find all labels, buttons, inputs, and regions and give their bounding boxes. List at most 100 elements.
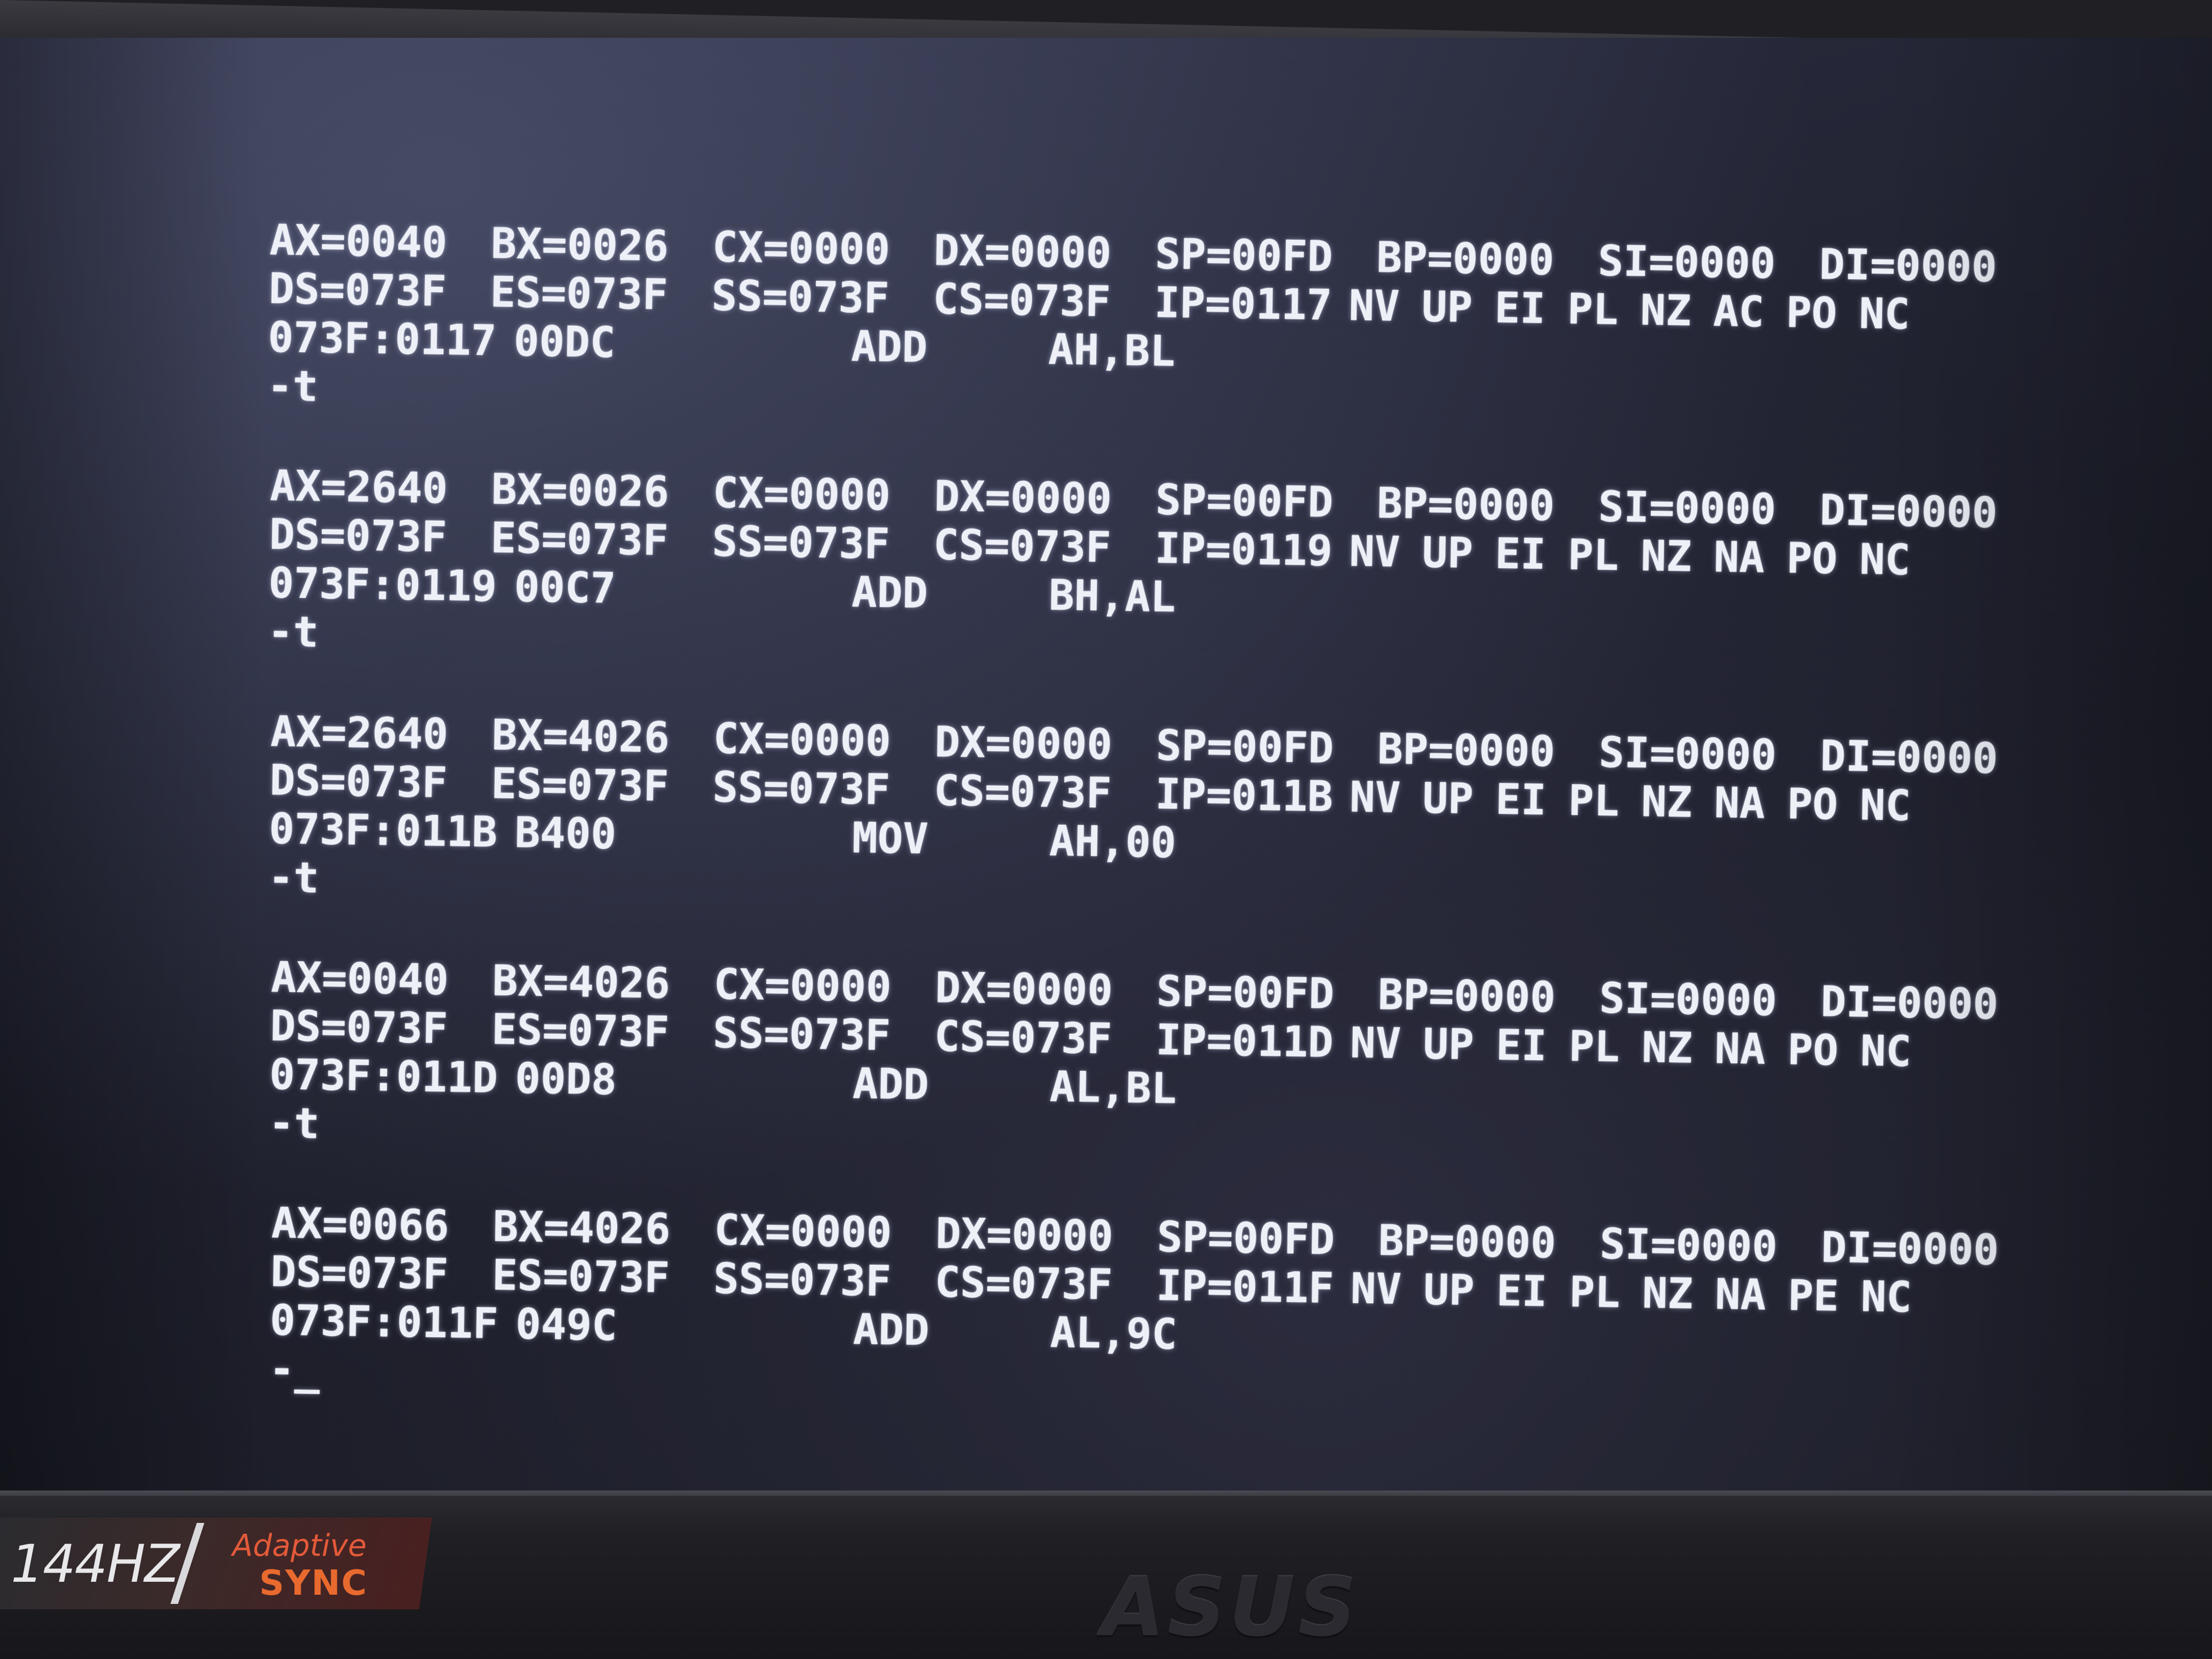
segment-flags-row: DS=073F ES=073F SS=073F CS=073F IP=0117 NV UP E… [268,265,1910,339]
cpu-flag: PO [1785,288,1838,338]
cpu-flag: UP [1421,282,1473,332]
segment-register-value: CS=073F [933,275,1111,327]
segment-register-value: SS=073F [712,1009,891,1061]
segment-flags-row: DS=073F ES=073F SS=073F CS=073F IP=011F NV UP E… [271,1247,1912,1322]
instruction-address: 073F:0117 [267,313,497,366]
register-value: CX=0000 [712,468,891,521]
cpu-flag: NA [1713,533,1765,583]
cpu-flag: PL [1568,776,1620,826]
register-value: BP=0000 [1377,479,1555,531]
register-value: BP=0000 [1376,233,1555,285]
cpu-flag: EI [1495,1021,1547,1071]
monitor-screen: AX=0040 BX=0026 CX=0000 DX=0000 SP=00FD BP=00… [0,38,2212,1501]
register-value: SI=0000 [1599,1219,1778,1272]
segment-register-value: IP=011D [1155,1015,1334,1068]
segment-register-value: CS=073F [933,766,1112,818]
instruction-operands: AH,00 [1049,817,1177,868]
instruction-row: 073F:011F 049C ADD AL,9C [269,1296,1177,1359]
instruction-mnemonic: MOV [852,814,929,864]
register-value: BX=0026 [491,465,670,517]
cpu-flag: NC [1858,289,1911,339]
register-row: AX=2640 BX=4026 CX=0000 DX=0000 SP=00FD BP=00… [270,707,1998,783]
debug-trace-block: AX=0040 BX=0026 CX=0000 DX=0000 SP=00FD BP=00… [267,216,1997,411]
segment-flags-row: DS=073F ES=073F SS=073F CS=073F IP=0119 NV UP E… [269,510,1911,585]
register-value: BP=0000 [1378,1216,1556,1268]
register-value: AX=2640 [269,462,448,514]
command-prompt: -t [267,608,319,657]
register-value: SP=00FD [1156,967,1335,1019]
cpu-flag: PO [1786,534,1838,584]
register-value: DI=0000 [1820,1223,1999,1275]
register-value: AX=0040 [269,216,448,268]
cpu-flag: PL [1569,1268,1621,1318]
register-value: DI=0000 [1820,977,1999,1029]
register-value: CX=0000 [713,1206,893,1258]
segment-register-value: ES=073F [490,759,669,811]
segment-register-value: SS=073F [712,763,891,815]
segment-register-value: SS=073F [711,271,890,323]
register-value: SP=00FD [1156,721,1334,773]
instruction-operands: BH,AL [1048,571,1176,622]
register-value: SP=00FD [1156,1213,1335,1265]
asus-logo: ASUS [1102,1561,1360,1655]
segment-register-value: DS=073F [269,756,448,808]
register-value: BP=0000 [1377,725,1556,777]
cpu-flag: NZ [1640,531,1692,582]
register-value: AX=2640 [270,707,449,759]
register-value: DI=0000 [1819,486,1998,538]
instruction-opcode: B400 [514,808,617,859]
instruction-row: 073F:0117 00DC ADD AH,BL [268,313,1176,376]
segment-register-value: DS=073F [270,1247,449,1299]
cpu-flag: NV [1350,1019,1401,1069]
instruction-opcode: 049C [515,1300,618,1351]
badge-adaptive-text: Adaptive [232,1528,367,1563]
cpu-flag: NZ [1642,1269,1694,1319]
command-prompt-cursor[interactable]: -_ [269,1345,320,1394]
instruction-mnemonic: ADD [851,568,928,618]
register-value: SI=0000 [1598,482,1777,534]
register-value: DI=0000 [1819,732,1999,784]
register-value: BX=0026 [490,219,669,271]
register-value: BX=4026 [492,956,671,1008]
register-value: CX=0000 [713,714,892,766]
register-value: DX=0000 [934,718,1113,770]
register-value: SI=0000 [1599,974,1777,1026]
cpu-flag: EI [1496,1266,1548,1317]
cpu-flag: UP [1423,1265,1475,1316]
debug-trace-block: AX=0040 BX=4026 CX=0000 DX=0000 SP=00FD BP=00… [268,953,1999,1148]
segment-register-value: ES=073F [490,268,669,320]
badge-sync-text: SYNC [259,1563,368,1603]
cpu-flag: NZ [1640,286,1692,336]
instruction-operands: AH,BL [1048,325,1176,376]
instruction-opcode: 00C7 [514,563,616,613]
register-value: BX=4026 [491,711,670,763]
instruction-opcode: 00DC [513,317,616,368]
cpu-flag: EI [1495,775,1547,825]
cpu-flag: NC [1859,781,1911,831]
segment-register-value: CS=073F [933,521,1111,572]
instruction-address: 073F:0119 [268,559,497,611]
register-value: DX=0000 [934,472,1112,524]
cpu-flag: PL [1567,285,1619,335]
cpu-flag: UP [1421,528,1474,578]
badge-hz-text: 144HZ [11,1534,180,1594]
segment-register-value: IP=011B [1155,770,1333,822]
instruction-address: 073F:011F [269,1296,499,1348]
cpu-flag: AC [1712,287,1765,337]
instruction-opcode: 00D8 [515,1054,617,1105]
register-row: AX=2640 BX=0026 CX=0000 DX=0000 SP=00FD BP=00… [269,462,1998,537]
cpu-flag: UP [1422,1020,1474,1070]
debug-trace-block: AX=2640 BX=0026 CX=0000 DX=0000 SP=00FD BP=00… [267,462,1998,657]
cpu-flag: UP [1422,774,1474,824]
cpu-flag: EI [1494,529,1547,579]
cpu-flag: NC [1860,1027,1912,1076]
instruction-mnemonic: ADD [853,1305,930,1355]
segment-register-value: CS=073F [934,1258,1113,1310]
register-value: SI=0000 [1598,728,1777,780]
cpu-flag: NC [1860,1272,1912,1322]
segment-register-value: IP=0117 [1154,278,1333,330]
instruction-mnemonic: ADD [851,322,928,373]
register-value: BX=4026 [492,1202,671,1254]
register-value: DX=0000 [933,226,1112,278]
cpu-flag: NC [1859,535,1911,585]
